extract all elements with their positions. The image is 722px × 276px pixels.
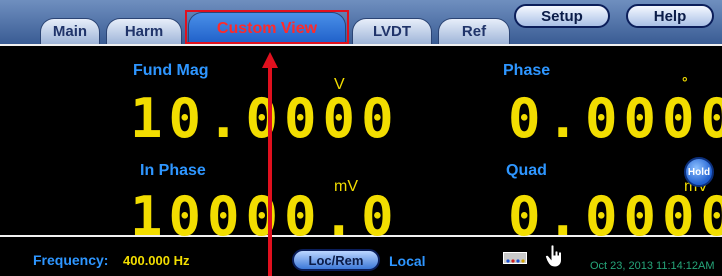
network-icon [503,252,527,264]
setup-button[interactable]: Setup [514,4,610,28]
custom-view-highlight-box [185,10,349,44]
tab-harm[interactable]: Harm [106,18,182,44]
phase-label: Phase [503,62,551,79]
hand-cursor-icon [544,244,565,273]
tab-ref[interactable]: Ref [438,18,510,44]
phase-value: 0.0000 [508,87,722,150]
loc-rem-button[interactable]: Loc/Rem [292,249,380,271]
in-phase-label: In Phase [140,162,206,179]
tab-bar: Main Harm Custom View LVDT Ref Setup Hel… [0,0,722,44]
phase-unit: ° [682,74,688,90]
frequency-value: 400.000 Hz [123,253,190,268]
hold-button[interactable]: Hold [684,157,714,187]
fund-mag-label: Fund Mag [133,62,209,79]
fund-mag-unit: V [334,76,345,93]
tab-lvdt[interactable]: LVDT [352,18,432,44]
frequency-label: Frequency: [33,252,109,268]
quad-label: Quad [506,162,547,179]
instrument-screen: Main Harm Custom View LVDT Ref Setup Hel… [0,0,722,276]
help-button[interactable]: Help [626,4,714,28]
quad-value: 0.0000 [508,185,722,248]
annotation-arrow-icon [262,52,278,276]
measurement-display: Fund Mag 10.0000 V Phase 0.0000 ° In Pha… [0,44,722,244]
tab-main[interactable]: Main [40,18,100,44]
in-phase-unit: mV [334,178,358,195]
datetime-status: Oct 23, 2013 11:14:12AM [590,260,715,272]
mode-status: Local [389,253,426,269]
